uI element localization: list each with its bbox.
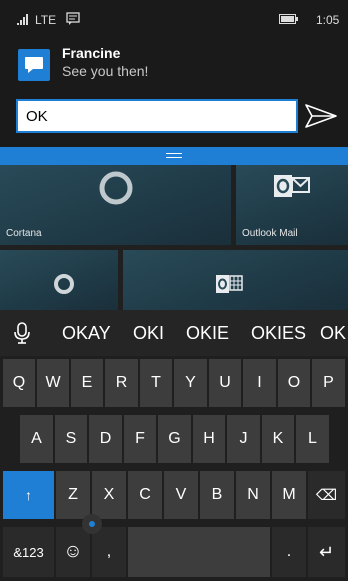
key-f[interactable]: F xyxy=(124,415,156,463)
key-s[interactable]: S xyxy=(55,415,87,463)
message-notification[interactable]: Francine See you then! xyxy=(0,40,348,92)
send-icon[interactable] xyxy=(303,102,339,130)
suggestion-2[interactable]: OKI xyxy=(133,323,164,344)
outlook-calendar-tile[interactable] xyxy=(123,250,348,310)
word-suggestion-bar: OKAY OKI OKIE OKIES OK xyxy=(0,310,348,356)
clock: 1:05 xyxy=(316,13,340,27)
key-n[interactable]: N xyxy=(236,471,270,519)
key-l[interactable]: L xyxy=(296,415,329,463)
notification-message: See you then! xyxy=(62,63,149,79)
suggestion-3[interactable]: OKIE xyxy=(186,323,229,344)
key-p[interactable]: P xyxy=(312,359,345,407)
settings-icon xyxy=(54,274,74,294)
key-x[interactable]: X xyxy=(92,471,126,519)
key-g[interactable]: G xyxy=(158,415,191,463)
cortana-tile-label: Cortana xyxy=(6,228,42,239)
microphone-icon[interactable] xyxy=(14,322,30,344)
drag-handle-icon xyxy=(166,153,182,159)
key-q[interactable]: Q xyxy=(3,359,35,407)
outlook-mail-tile[interactable]: Outlook Mail xyxy=(236,165,348,245)
settings-tile[interactable] xyxy=(0,250,118,310)
messaging-app-icon xyxy=(18,49,50,81)
outlook-calendar-icon xyxy=(216,275,243,293)
key-b[interactable]: B xyxy=(200,471,234,519)
cursor-control-dot[interactable] xyxy=(82,514,102,534)
suggestion-5[interactable]: OK xyxy=(320,323,346,344)
key-h[interactable]: H xyxy=(193,415,225,463)
cortana-icon xyxy=(99,171,133,205)
enter-key[interactable]: ↵ xyxy=(308,527,345,577)
comma-key[interactable]: , xyxy=(92,527,126,577)
key-r[interactable]: R xyxy=(105,359,138,407)
quick-reply-input[interactable] xyxy=(18,101,296,131)
message-notification-icon xyxy=(66,12,80,25)
outlook-mail-icon xyxy=(274,175,310,197)
key-d[interactable]: D xyxy=(89,415,122,463)
notification-sender: Francine xyxy=(62,45,121,61)
emoji-key[interactable]: ☺ xyxy=(56,527,90,577)
key-j[interactable]: J xyxy=(227,415,260,463)
key-c[interactable]: C xyxy=(128,471,162,519)
shift-key[interactable]: ↑ xyxy=(3,471,54,519)
key-v[interactable]: V xyxy=(164,471,198,519)
on-screen-keyboard: Q W E R T Y U I O P A S D F G H J K L ↑ … xyxy=(0,356,348,581)
key-a[interactable]: A xyxy=(20,415,53,463)
suggestion-4[interactable]: OKIES xyxy=(251,323,306,344)
network-type: LTE xyxy=(35,13,57,27)
key-w[interactable]: W xyxy=(37,359,69,407)
status-bar: LTE 1:05 xyxy=(0,0,348,40)
cortana-tile[interactable]: Cortana xyxy=(0,165,231,245)
key-i[interactable]: I xyxy=(243,359,276,407)
quick-reply-field[interactable] xyxy=(16,99,298,133)
key-e[interactable]: E xyxy=(71,359,103,407)
key-u[interactable]: U xyxy=(209,359,241,407)
notification-drag-bar[interactable] xyxy=(0,147,348,165)
symbols-key-label: &123 xyxy=(13,544,44,560)
battery-icon xyxy=(279,14,298,24)
backspace-key[interactable]: ⌫ xyxy=(308,471,345,519)
outlook-mail-tile-label: Outlook Mail xyxy=(242,228,298,239)
key-m[interactable]: M xyxy=(272,471,306,519)
symbols-key[interactable]: &123 xyxy=(3,527,54,577)
signal-icon xyxy=(17,14,28,25)
key-o[interactable]: O xyxy=(278,359,310,407)
key-k[interactable]: K xyxy=(262,415,294,463)
key-z[interactable]: Z xyxy=(56,471,90,519)
suggestion-1[interactable]: OKAY xyxy=(62,323,111,344)
key-y[interactable]: Y xyxy=(174,359,207,407)
period-key[interactable]: . xyxy=(272,527,306,577)
start-screen-tiles: Cortana Outlook Mail xyxy=(0,165,348,310)
key-t[interactable]: T xyxy=(140,359,172,407)
space-bar[interactable] xyxy=(128,527,270,577)
